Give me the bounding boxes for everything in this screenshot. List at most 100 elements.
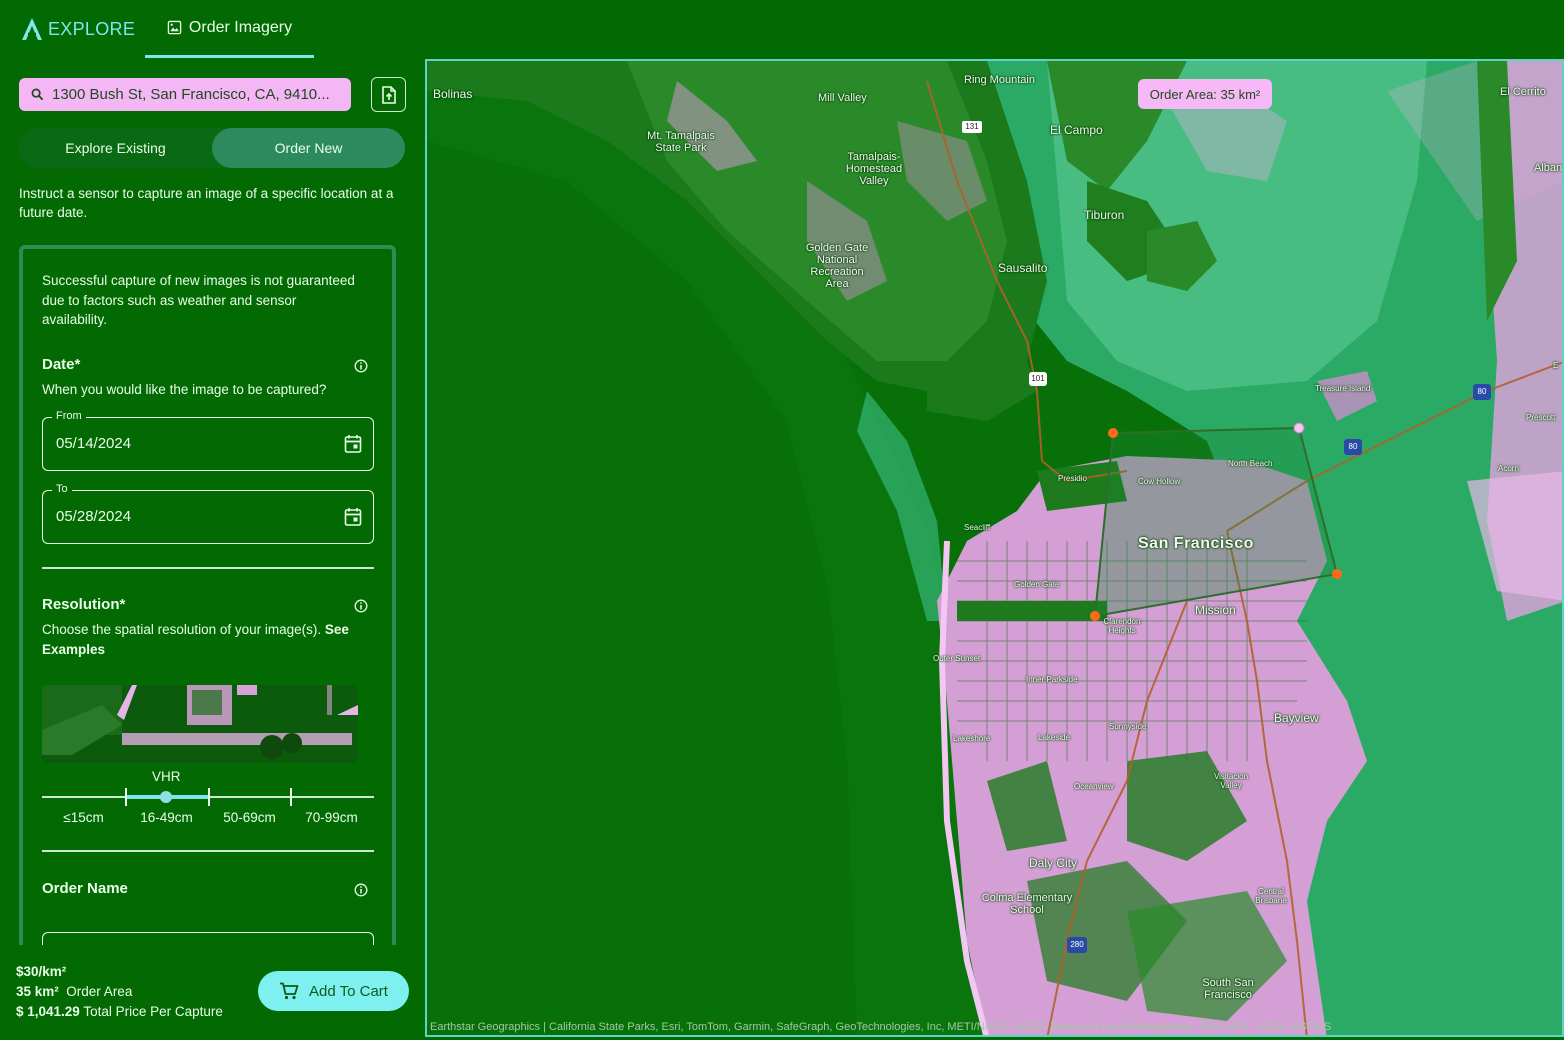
- place-label: Inner Parkside: [1026, 675, 1078, 684]
- slider-tick: [208, 788, 210, 806]
- place-label: Visitacion Valley: [1213, 772, 1249, 790]
- date-description: When you would like the image to be capt…: [42, 382, 327, 397]
- slider-thumb[interactable]: [160, 791, 172, 803]
- place-label: Daly City: [1029, 856, 1078, 870]
- place-label: Outer Sunset: [933, 654, 981, 663]
- add-to-cart-label: Add To Cart: [309, 982, 388, 1000]
- brand-logo[interactable]: EXPLORE: [20, 16, 135, 42]
- order-area-label: Order Area: [66, 984, 133, 999]
- order-area-line: 35 km² Order Area: [16, 984, 132, 999]
- place-label: Mission: [1195, 603, 1236, 617]
- place-label: E: [1553, 361, 1559, 370]
- place-label: Cow Hollow: [1138, 477, 1181, 486]
- place-label: Lakeside: [1038, 733, 1071, 742]
- section-divider: [42, 850, 374, 852]
- place-label: El Cerrito: [1500, 86, 1546, 98]
- order-form-card: Successful capture of new images is not …: [19, 245, 396, 1005]
- date-from-value: 05/14/2024: [56, 435, 132, 452]
- map-imagery: [427, 61, 1562, 1035]
- resolution-option[interactable]: 16-49cm: [125, 810, 208, 825]
- slider-tick: [125, 788, 127, 806]
- info-icon[interactable]: [354, 359, 368, 373]
- place-label-san-francisco: San Francisco: [1138, 535, 1254, 552]
- place-label: Colma Elementary School: [981, 892, 1073, 916]
- resolution-title: Resolution*: [42, 596, 126, 613]
- date-from-label: From: [52, 410, 86, 422]
- mode-toggle: Explore Existing Order New: [19, 128, 405, 168]
- place-label: Presidio: [1058, 474, 1087, 483]
- place-label: Prescott: [1526, 413, 1556, 422]
- place-label: Tiburon: [1084, 208, 1125, 222]
- resolution-description-text: Choose the spatial resolution of your im…: [42, 622, 322, 637]
- date-from-field[interactable]: From 05/14/2024: [42, 410, 374, 471]
- resolution-option[interactable]: 50-69cm: [208, 810, 291, 825]
- sidebar: 1300 Bush St, San Francisco, CA, 9410...…: [0, 60, 422, 1040]
- place-label: Oceanview: [1074, 782, 1114, 791]
- place-label: Central Brisbane: [1255, 887, 1287, 905]
- resolution-option[interactable]: 70-99cm: [290, 810, 373, 825]
- logo-icon: [22, 18, 42, 40]
- total-price-line: $ 1,041.29 Total Price Per Capture: [16, 1004, 223, 1019]
- date-to-field[interactable]: To 05/28/2024: [42, 483, 374, 544]
- place-label: Mill Valley: [818, 92, 867, 104]
- resolution-slider[interactable]: VHR ≤15cm 16-49cm 50-69cm 70-99cm: [42, 769, 376, 829]
- search-input[interactable]: 1300 Bush St, San Francisco, CA, 9410...: [19, 78, 351, 111]
- search-value: 1300 Bush St, San Francisco, CA, 9410...: [52, 86, 330, 103]
- place-label: Sausalito: [998, 261, 1048, 275]
- info-icon[interactable]: [354, 883, 368, 897]
- resolution-option[interactable]: ≤15cm: [42, 810, 125, 825]
- place-label: North Beach: [1228, 459, 1273, 468]
- highway-shield-80: 80: [1344, 439, 1362, 455]
- search-icon: [31, 88, 44, 101]
- highway-shield-280: 280: [1067, 937, 1087, 953]
- place-label: Ring Mountain: [964, 74, 1035, 86]
- place-label: Alban: [1534, 162, 1563, 174]
- place-label: El Campo: [1050, 123, 1103, 137]
- highway-shield-101: 101: [1029, 372, 1047, 386]
- upload-file-button[interactable]: [371, 77, 406, 112]
- intro-text: Instruct a sensor to capture an image of…: [19, 186, 394, 220]
- map-attribution: Earthstar Geographics | California State…: [430, 1021, 1332, 1033]
- price-per-km-value: $30/km²: [16, 964, 67, 979]
- file-upload-icon: [381, 85, 396, 104]
- place-label: Sunnyside: [1109, 722, 1147, 731]
- explore-existing-button[interactable]: Explore Existing: [19, 128, 212, 168]
- place-label: Bayview: [1274, 711, 1319, 725]
- date-title: Date*: [42, 356, 81, 373]
- date-to-value: 05/28/2024: [56, 508, 132, 525]
- resolution-tier-label: VHR: [152, 769, 181, 784]
- image-icon: [167, 20, 182, 35]
- add-to-cart-button[interactable]: Add To Cart: [258, 971, 409, 1011]
- place-label: Bolinas: [433, 87, 473, 101]
- place-label: Golden Gate National Recreation Area: [805, 242, 869, 290]
- order-name-title: Order Name: [42, 880, 128, 897]
- resolution-description: Choose the spatial resolution of your im…: [42, 620, 372, 659]
- place-label: Clarendon Heights: [1103, 617, 1141, 635]
- info-icon[interactable]: [354, 599, 368, 613]
- total-price-value: $ 1,041.29: [16, 1004, 80, 1019]
- tab-label: Order Imagery: [188, 18, 293, 36]
- order-summary-footer: $30/km² 35 km² Order Area $ 1,041.29 Tot…: [0, 945, 422, 1040]
- place-label: Tamalpais-Homestead Valley: [845, 151, 903, 187]
- total-price-label: Total Price Per Capture: [83, 1004, 223, 1019]
- place-label: Golden Gate: [1014, 580, 1060, 589]
- slider-tick: [290, 788, 292, 806]
- top-bar: EXPLORE Order Imagery: [0, 0, 1564, 60]
- resolution-example-image: [42, 685, 358, 763]
- tab-order-imagery[interactable]: Order Imagery: [145, 0, 314, 58]
- date-to-label: To: [52, 483, 72, 495]
- map-view[interactable]: 101 131 80 80 280 Bolinas Ring Mountain …: [425, 59, 1564, 1037]
- brand-name: EXPLORE: [48, 18, 136, 39]
- order-area-value: 35 km²: [16, 984, 59, 999]
- place-label: Treasure Island: [1315, 384, 1371, 393]
- place-label: Lakeshore: [953, 734, 991, 743]
- highway-shield-131: 131: [962, 121, 982, 133]
- calendar-icon[interactable]: [344, 434, 362, 454]
- order-new-button[interactable]: Order New: [212, 128, 405, 168]
- place-label: Mt. Tamalpais State Park: [647, 130, 715, 154]
- calendar-icon[interactable]: [344, 507, 362, 527]
- price-per-km: $30/km²: [16, 964, 66, 979]
- place-label: Seacliff: [964, 523, 991, 532]
- place-label: South San Francisco: [1202, 977, 1254, 1001]
- section-divider: [42, 567, 374, 569]
